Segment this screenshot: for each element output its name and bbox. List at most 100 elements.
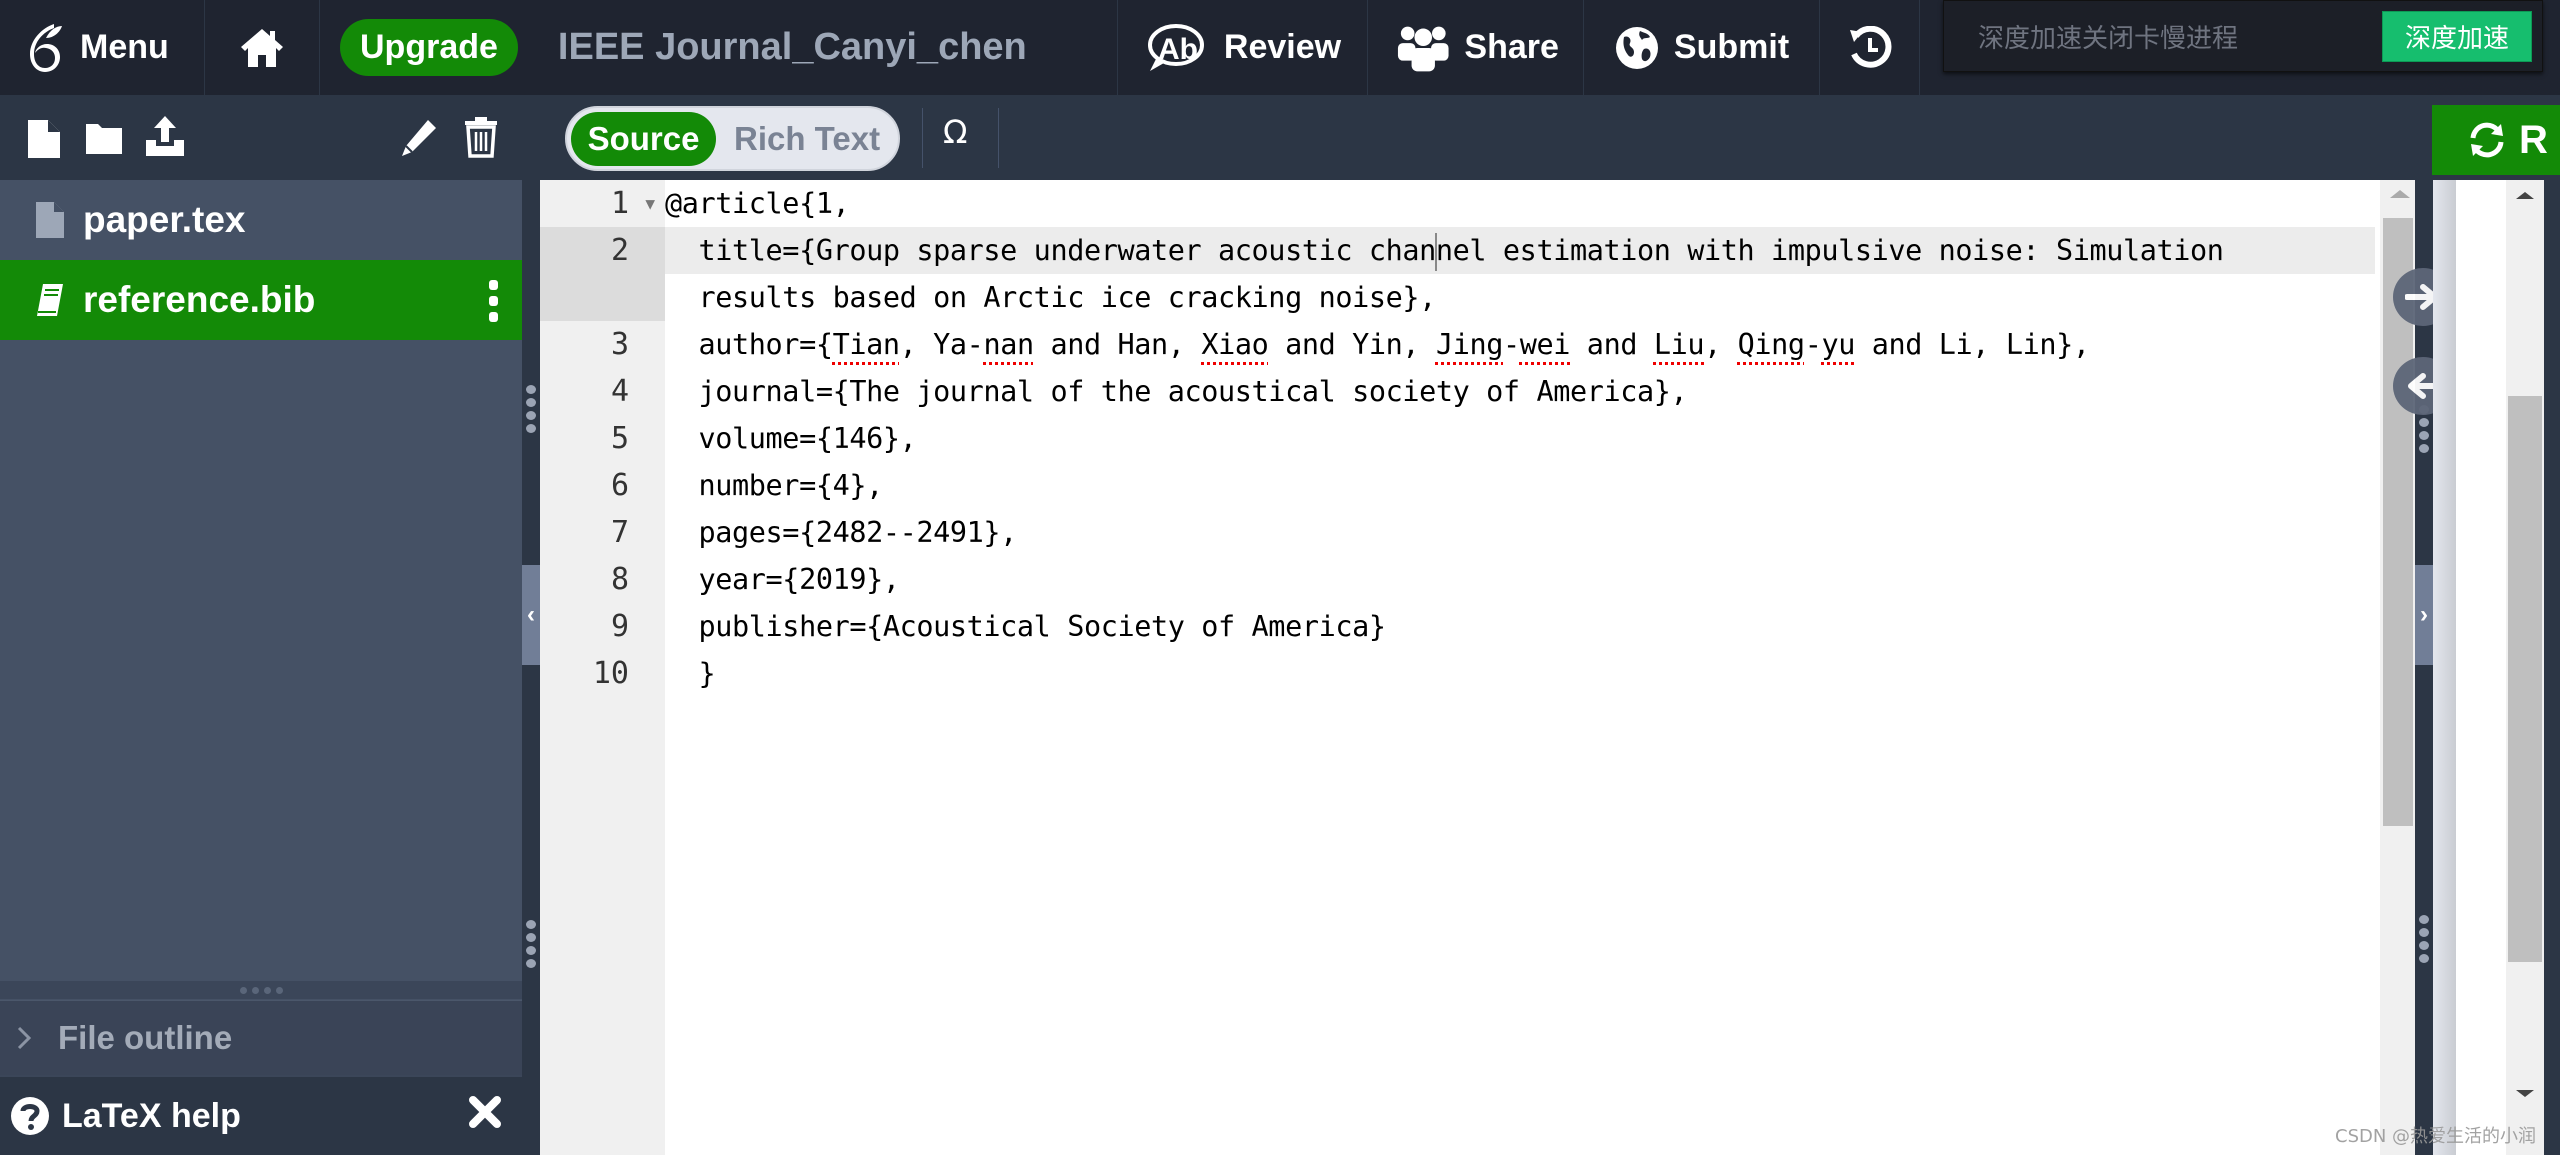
editor-line: 10 } [540,650,2375,697]
line-number: 4 [610,374,629,409]
line-text-wrap: results based on Arctic ice cracking noi… [665,274,2375,321]
latex-help-bar[interactable]: LaTeX help [0,1075,522,1155]
review-icon: Ab [1147,23,1204,71]
line-number: 2 [610,233,629,268]
pdf-preview-pane[interactable] [2433,180,2560,1155]
file-outline-toggle[interactable]: File outline [0,1000,522,1075]
new-folder-icon[interactable] [84,120,124,161]
close-icon[interactable] [468,1095,502,1138]
fold-arrow-icon[interactable]: ▼ [645,180,655,227]
review-label: Review [1223,28,1342,66]
line-text: publisher={Acoustical Society of America… [665,610,1387,643]
help-question-icon [11,1097,49,1135]
book-icon [37,284,63,316]
sidebar-splitter[interactable]: ‹ [522,180,540,1155]
editor-mode-toggle: Source Rich Text [565,106,900,171]
upload-icon[interactable] [144,114,186,163]
file-name: paper.tex [83,199,246,240]
popup-message: 深度加速关闭卡慢进程 [1978,22,2239,53]
editor-line: 1 ▼ @article{1, [540,180,2375,227]
share-button[interactable]: Share [1368,0,1584,96]
home-button[interactable] [205,0,320,96]
review-button[interactable]: Ab Review [1118,0,1368,96]
symbol-palette-button[interactable]: Ω [943,113,967,151]
menu-label: Menu [80,28,169,66]
globe-icon [1615,26,1658,69]
upgrade-button[interactable]: Upgrade [340,19,518,76]
file-icon [36,202,64,238]
line-text: } [665,657,716,690]
line-number: 10 [592,656,629,691]
editor-scrollbar[interactable] [2380,180,2415,1155]
popup-speedup-button[interactable]: 深度加速 [2381,10,2532,62]
file-outline-label: File outline [58,1019,233,1056]
recompile-button[interactable]: R [2432,105,2560,175]
pdf-scroll-down-icon[interactable] [2516,1090,2534,1097]
history-button[interactable] [1820,0,1920,96]
line-number: 1 [610,186,629,221]
submit-label: Submit [1673,28,1790,66]
line-text: volume={146}, [665,422,917,455]
scroll-up-arrow-icon[interactable] [2390,190,2410,198]
rich-text-mode-button[interactable]: Rich Text [734,112,880,166]
share-label: Share [1464,28,1559,66]
collapse-pdf-chevron-right-icon[interactable]: › [2415,565,2433,665]
toolbar-divider [922,108,923,168]
editor-line: 8 year={2019}, [540,556,2375,603]
editor-line: 7 pages={2482--2491}, [540,509,2375,556]
delete-trash-icon[interactable] [464,116,498,163]
svg-text:Ab: Ab [1158,33,1198,66]
upgrade-container: Upgrade [320,0,538,96]
line-text: pages={2482--2491}, [665,516,1018,549]
speedup-popup: 深度加速关闭卡慢进程 深度加速 [1943,0,2543,72]
line-number: 8 [610,562,629,597]
pdf-splitter[interactable]: › [2415,180,2433,1155]
line-text: year={2019}, [665,563,901,596]
file-tree-sidebar: paper.tex reference.bib File outline LaT… [0,180,522,1155]
new-file-icon[interactable] [26,118,62,165]
file-name: reference.bib [83,279,316,320]
pdf-scrollbar-thumb[interactable] [2508,396,2542,962]
project-title[interactable]: IEEE Journal_Canyi_chen [538,0,1118,96]
watermark-text: CSDN @热爱生活的小润 [2335,1126,2537,1147]
chevron-right-icon [17,1026,32,1050]
editor-line: 6 number={4}, [540,462,2375,509]
toolbar-divider [998,108,999,168]
file-options-kebab-icon[interactable] [488,280,498,322]
outline-resize-handle[interactable] [0,981,522,999]
editor-toolbar [0,97,2560,180]
code-editor[interactable]: 1 ▼ @article{1, 2 title={Group sparse und… [540,180,2415,1155]
line-number: 7 [610,515,629,550]
editor-line: 4 journal={The journal of the acoustical… [540,368,2375,415]
editor-lines: 1 ▼ @article{1, 2 title={Group sparse und… [540,180,2375,697]
editor-line: 9 publisher={Acoustical Society of Ameri… [540,603,2375,650]
collapse-sidebar-chevron-left-icon[interactable]: ‹ [522,565,540,665]
line-number: 9 [610,609,629,644]
line-text: journal={The journal of the acoustical s… [665,375,1688,408]
rename-pencil-icon[interactable] [400,118,438,163]
line-text-part: title={Group sparse underwater acoustic … [665,233,2224,271]
editor-line: 3 author={Tian, Ya-nan and Han, Xiao and… [540,321,2375,368]
editor-line-active: 2 title={Group sparse underwater acousti… [540,227,2375,274]
line-number: 5 [610,421,629,456]
source-mode-button[interactable]: Source [571,112,716,166]
pdf-scroll-up-icon[interactable] [2516,192,2534,199]
line-number: 6 [610,468,629,503]
pdf-pane-edge [2544,180,2560,1155]
history-icon [1849,25,1892,68]
pdf-scrollbar[interactable] [2506,180,2544,1155]
recompile-label: R [2519,117,2548,162]
line-text-author: author={Tian, Ya-nan and Han, Xiao and Y… [665,328,2091,361]
submit-button[interactable]: Submit [1584,0,1820,96]
file-item-paper-tex[interactable]: paper.tex [0,180,522,260]
text-cursor [1434,233,1437,271]
home-icon [241,28,283,67]
menu-button[interactable]: Menu [0,0,205,96]
pdf-page-shadow [2433,180,2456,1155]
line-text: number={4}, [665,469,884,502]
users-icon [1397,26,1449,71]
line-text: @article{1, [665,187,850,220]
line-text: title={Group sparse underwater acoustic … [665,227,2375,274]
file-item-reference-bib[interactable]: reference.bib [0,260,522,340]
overleaf-logo-icon [30,23,62,72]
